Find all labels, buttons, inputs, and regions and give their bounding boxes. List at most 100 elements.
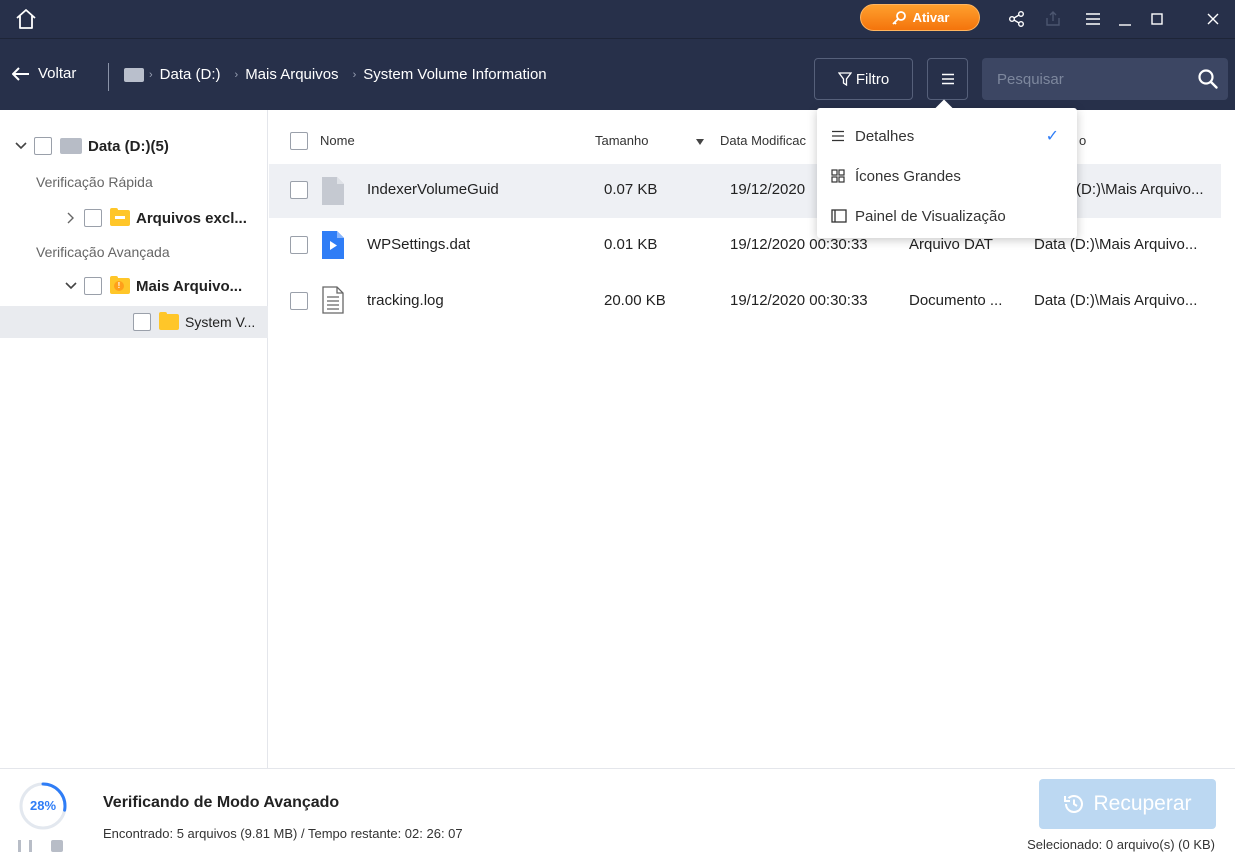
view-mode-menu: Detalhes ✓ Ícones Grandes Painel de Visu…: [817, 108, 1077, 238]
scan-status-detail: Encontrado: 5 arquivos (9.81 MB) / Tempo…: [103, 826, 463, 841]
tree-item-label: Data (D:)(5): [88, 137, 169, 155]
column-date-modified[interactable]: Data Modificac: [720, 133, 818, 148]
menu-item-preview-pane[interactable]: Painel de Visualização: [817, 196, 1077, 236]
chevron-right-icon[interactable]: [64, 211, 78, 225]
export-icon[interactable]: [1042, 8, 1064, 30]
column-size[interactable]: Tamanho: [595, 133, 648, 148]
menu-icon[interactable]: [1082, 8, 1104, 30]
table-row[interactable]: IndexerVolumeGuid 0.07 KB 19/12/2020 (D:…: [269, 164, 1221, 218]
file-date: 19/12/2020 00:30:33: [730, 236, 868, 253]
row-checkbox[interactable]: [290, 236, 308, 254]
status-bar: 28% Verificando de Modo Avançado Encontr…: [0, 768, 1235, 865]
chevron-down-icon[interactable]: [14, 139, 28, 153]
recover-label: Recuperar: [1093, 792, 1192, 815]
tree-item-more-files[interactable]: ! Mais Arquivo...: [0, 270, 268, 302]
tree-checkbox[interactable]: [34, 137, 52, 155]
tree-item-label: Mais Arquivo...: [136, 277, 243, 295]
menu-item-label: Detalhes: [855, 127, 915, 145]
arrow-left-icon: [12, 66, 29, 81]
row-checkbox[interactable]: [290, 181, 308, 199]
file-name: IndexerVolumeGuid: [367, 181, 499, 198]
search-box: [982, 58, 1228, 100]
preview-pane-icon: [831, 209, 847, 223]
quick-scan-heading: Verificação Rápida: [36, 174, 153, 190]
search-icon[interactable]: [1197, 68, 1219, 93]
file-type: Arquivo DAT: [909, 236, 993, 253]
file-path: Data (D:)\Mais Arquivo...: [1034, 292, 1198, 309]
breadcrumb: › Data (D:) › Mais Arquivos › System Vol…: [124, 66, 547, 83]
tree-item-deleted-files[interactable]: Arquivos excl...: [0, 202, 268, 234]
menu-item-details[interactable]: Detalhes ✓: [817, 116, 1077, 156]
tree-item-system-volume[interactable]: System V...: [0, 306, 268, 338]
view-mode-button[interactable]: [927, 58, 968, 100]
menu-item-large-icons[interactable]: Ícones Grandes: [817, 156, 1077, 196]
drive-icon: [60, 138, 82, 154]
activate-button[interactable]: Ativar: [860, 4, 980, 31]
back-button[interactable]: Voltar: [12, 65, 76, 82]
row-checkbox[interactable]: [290, 292, 308, 310]
filter-button[interactable]: Filtro: [814, 58, 913, 100]
file-size: 20.00 KB: [604, 292, 666, 309]
breadcrumb-item-drive[interactable]: Data (D:): [160, 66, 221, 83]
file-size: 0.01 KB: [604, 236, 658, 253]
file-type: Documento ...: [909, 292, 1003, 309]
sort-desc-icon: [695, 134, 705, 149]
tree-checkbox[interactable]: [133, 313, 151, 331]
back-label: Voltar: [38, 65, 77, 82]
activate-label: Ativar: [912, 10, 950, 25]
table-row[interactable]: WPSettings.dat 0.01 KB 19/12/2020 00:30:…: [269, 218, 1221, 272]
checkmark-icon: ✓: [1045, 128, 1059, 145]
file-list-header: Nome Tamanho Data Modificac o: [269, 118, 1235, 164]
minimize-icon[interactable]: [1114, 8, 1136, 30]
breadcrumb-item-system-volume[interactable]: System Volume Information: [363, 66, 546, 83]
breadcrumb-separator-icon: ›: [149, 68, 153, 81]
tree-checkbox[interactable]: [84, 209, 102, 227]
grid-view-icon: [831, 169, 847, 183]
list-view-icon: [831, 130, 847, 142]
maximize-icon[interactable]: [1146, 8, 1168, 30]
tree-item-drive[interactable]: Data (D:)(5): [0, 130, 268, 162]
text-file-icon: [322, 286, 344, 318]
search-input[interactable]: [982, 58, 1182, 100]
scan-status-title: Verificando de Modo Avançado: [103, 794, 340, 811]
deleted-folder-icon: [110, 208, 130, 226]
home-icon[interactable]: [14, 7, 38, 31]
key-icon: [891, 10, 906, 25]
menu-item-label: Painel de Visualização: [855, 207, 1006, 225]
breadcrumb-separator-icon: ›: [234, 68, 239, 81]
column-name[interactable]: Nome: [320, 133, 355, 148]
select-all-checkbox[interactable]: [290, 132, 308, 150]
recover-button[interactable]: Recuperar: [1039, 779, 1216, 829]
breadcrumb-item-more-files[interactable]: Mais Arquivos: [245, 66, 338, 83]
pause-icon[interactable]: [18, 839, 32, 853]
filter-label: Filtro: [855, 70, 890, 88]
file-name: WPSettings.dat: [367, 236, 471, 253]
chevron-down-icon[interactable]: [64, 279, 78, 293]
column-path[interactable]: o: [1079, 133, 1086, 148]
title-bar: Ativar: [0, 0, 1235, 38]
advanced-scan-heading: Verificação Avançada: [36, 244, 170, 260]
menu-item-label: Ícones Grandes: [855, 167, 961, 185]
tree-item-label: System V...: [185, 314, 256, 330]
more-files-folder-icon: !: [110, 276, 130, 294]
toolbar: Voltar › Data (D:) › Mais Arquivos › Sys…: [0, 38, 1235, 110]
file-path: Data (D:)\Mais Arquivo...: [1034, 236, 1198, 253]
share-icon[interactable]: [1006, 8, 1028, 30]
funnel-icon: [837, 72, 852, 86]
list-view-icon: [941, 73, 954, 85]
tree-checkbox[interactable]: [84, 277, 102, 295]
toolbar-divider: [108, 63, 109, 91]
folder-tree: Data (D:)(5) Verificação Rápida Arquivos…: [0, 110, 268, 768]
drive-icon: [124, 67, 144, 82]
tree-item-label: Arquivos excl...: [136, 209, 247, 227]
progress-percent: 28%: [29, 798, 57, 813]
selected-count: Selecionado: 0 arquivo(s) (0 KB): [1027, 837, 1215, 852]
video-file-icon: [322, 231, 344, 263]
close-icon[interactable]: [1202, 8, 1224, 30]
scan-progress-ring: 28%: [18, 781, 68, 831]
file-path: (D:)\Mais Arquivo...: [1076, 181, 1204, 198]
table-row[interactable]: tracking.log 20.00 KB 19/12/2020 00:30:3…: [269, 274, 1221, 328]
file-name: tracking.log: [367, 292, 444, 309]
stop-icon[interactable]: [51, 840, 63, 852]
folder-icon: [159, 312, 179, 330]
